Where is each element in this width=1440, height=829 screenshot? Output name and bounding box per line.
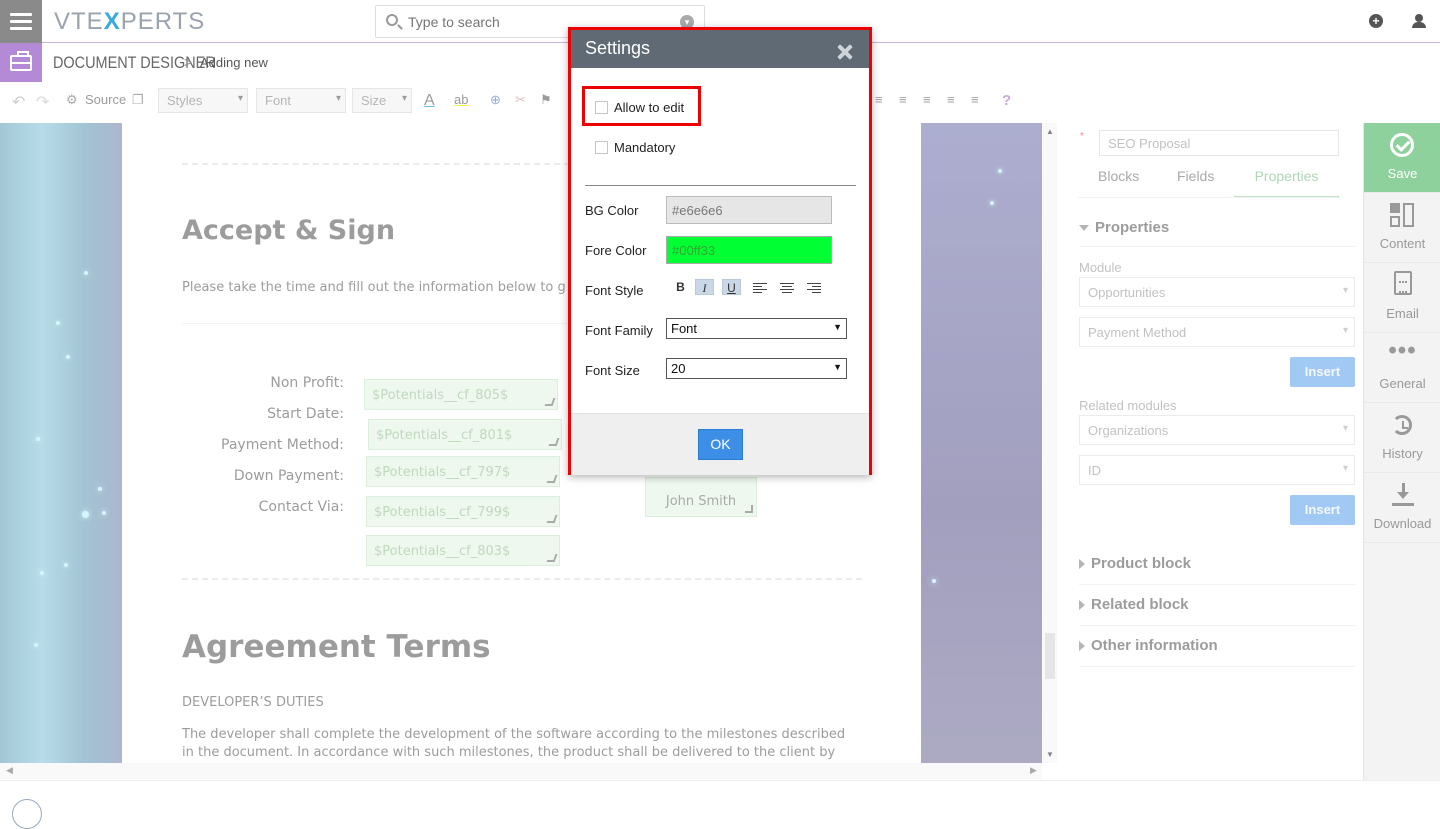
dialog-title: Settings [585,38,651,58]
allow-edit-checkbox[interactable] [595,101,608,114]
logo[interactable]: VTEXPERTS [54,8,205,36]
mandatory-label[interactable]: Mandatory [614,140,675,155]
email-document-icon [1394,271,1412,295]
layout-icon [1390,203,1414,227]
bg-color-label: BG Color [585,203,639,218]
logo-text-x: X [103,8,121,35]
settings-dialog: Settings Allow to edit Mandatory BG Colo… [568,27,872,475]
ok-button[interactable]: OK [698,429,743,460]
font-family-select[interactable]: Font [666,318,847,339]
check-circle-icon [1390,133,1414,157]
allow-edit-label[interactable]: Allow to edit [614,100,684,115]
briefcase-icon[interactable] [0,43,42,82]
logo-text-right: PERTS [120,8,206,35]
align-left-icon[interactable] [753,282,767,294]
fore-color-label: Fore Color [585,243,647,258]
bold-button[interactable]: B [671,279,690,295]
save-label: Save [1387,166,1418,181]
font-family-label: Font Family [585,323,653,338]
breadcrumb-separator: > [184,54,193,70]
save-button[interactable]: Save [1364,123,1440,193]
dialog-header: Settings [571,30,869,68]
underline-button[interactable]: U [722,279,741,295]
bg-color-input[interactable]: #e6e6e6 [666,196,832,224]
history-label: History [1382,446,1423,461]
menu-icon[interactable] [0,0,42,43]
more-dots-icon: ••• [1388,337,1417,364]
close-icon[interactable] [837,44,853,60]
history-nav-item[interactable]: History [1364,403,1440,473]
dialog-footer: OK [571,413,869,475]
search-icon [386,14,398,26]
align-right-icon[interactable] [807,282,821,294]
footer [0,780,1440,829]
download-label: Download [1373,516,1432,531]
fore-color-input[interactable]: #00ff33 [666,236,832,264]
email-nav-item[interactable]: Email [1364,263,1440,333]
email-label: Email [1386,306,1419,321]
mandatory-checkbox[interactable] [595,141,608,154]
user-icon[interactable] [1412,14,1426,28]
font-size-select[interactable]: 20 [666,358,847,379]
align-center-icon[interactable] [780,282,794,294]
add-icon[interactable]: + [1369,14,1383,28]
content-label: Content [1379,236,1426,251]
vertical-nav: Save Content Email ••• General History D… [1363,123,1440,780]
general-nav-item[interactable]: ••• General [1364,333,1440,403]
history-icon [1392,415,1412,435]
general-label: General [1379,376,1426,391]
font-style-label: Font Style [585,283,644,298]
italic-button[interactable]: I [695,279,714,295]
content-nav-item[interactable]: Content [1364,193,1440,263]
dialog-divider [585,185,856,186]
download-icon [1392,483,1414,507]
logo-text-left: VTE [54,8,104,35]
breadcrumb-page: Adding new [200,55,268,70]
font-size-label: Font Size [585,363,640,378]
download-nav-item[interactable]: Download [1364,473,1440,543]
